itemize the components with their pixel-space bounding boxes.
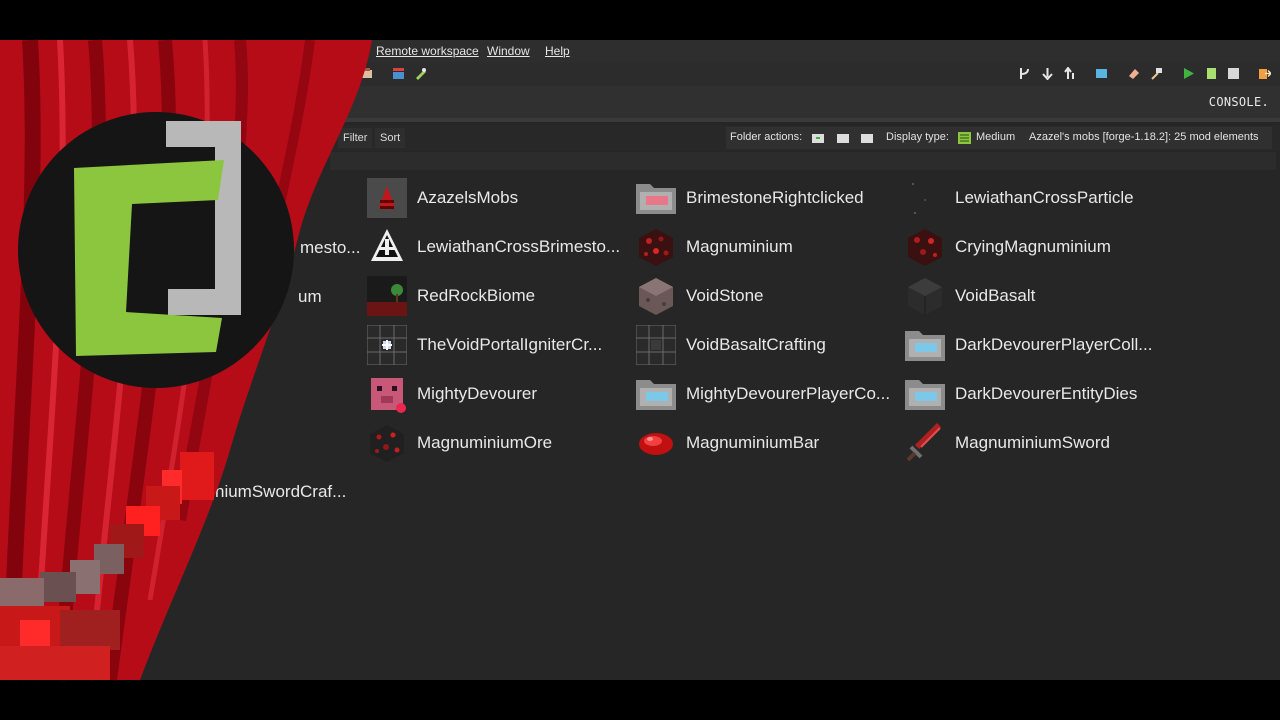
element-label: MightyDevourer [417, 384, 537, 403]
list-view-icon[interactable] [958, 132, 971, 144]
element-label: BrimestoneRightclicked [686, 188, 864, 207]
element-label: VoidStone [686, 286, 764, 305]
new-folder-icon[interactable] [812, 133, 824, 143]
folder-actions-bar: Folder actions: Display type: Medium Aza… [726, 127, 1272, 149]
element-label: TheVoidPortalIgniterCr... [417, 335, 603, 354]
element-label: MightyDevourerPlayerCo... [686, 384, 891, 403]
crafting-recipe-icon [367, 325, 407, 365]
mod-element-lewiathancrossparticle[interactable]: LewiathanCrossParticle [905, 178, 1165, 218]
console-bar: CONSOLE. [0, 86, 1280, 122]
element-search-strip[interactable] [330, 152, 1276, 170]
element-label: VoidBasalt [955, 286, 1036, 305]
display-type-value[interactable]: Medium [976, 131, 1015, 143]
ingot-icon [639, 433, 673, 455]
folder-actions-label: Folder actions: [730, 131, 803, 143]
sound-icon[interactable] [392, 67, 405, 80]
entity-pig-icon [371, 378, 406, 413]
menu-window[interactable]: Window [487, 44, 530, 58]
menu-remote-workspace[interactable]: Remote workspace [376, 44, 479, 58]
element-label: VoidBasaltCrafting [686, 335, 826, 354]
mod-element-voidbasalt[interactable]: VoidBasalt [905, 276, 1165, 316]
stop-icon[interactable] [1227, 67, 1240, 80]
mod-element-lewiathancrossbrimestone[interactable]: LewiathanCrossBrimesto... [367, 227, 637, 267]
mod-element-magnuminiumbar[interactable]: MagnuminiumBar [636, 423, 896, 463]
mod-element-darkdevourerentitydies[interactable]: DarkDevourerEntityDies [905, 374, 1165, 414]
rename-folder-icon[interactable] [837, 133, 849, 143]
element-label: RedRockBiome [417, 286, 536, 305]
element-label: MagnuminiumOre [417, 433, 553, 452]
mod-element-brimestonerightclicked[interactable]: BrimestoneRightclicked [636, 178, 896, 218]
element-label: MagnuminiumBar [686, 433, 820, 452]
toolbar [0, 62, 1280, 87]
hammer-icon[interactable] [1150, 67, 1163, 80]
procedure-blue-icon [905, 331, 945, 361]
element-label: MagnuminiumSword [955, 433, 1110, 452]
particle-icon [912, 183, 926, 214]
element-label: DarkDevourerEntityDies [955, 384, 1138, 403]
basalt-block-icon [908, 278, 942, 315]
settings-icon[interactable] [316, 67, 329, 80]
mod-element-mightydevourer[interactable]: MightyDevourer [367, 374, 627, 414]
git-branch-icon[interactable] [1018, 67, 1031, 80]
stone-block-icon [639, 278, 673, 315]
mcreator-workspace: Tools Remote workspace Window Help CONSO… [0, 40, 1280, 680]
mod-element-darkdevourerplayercollides[interactable]: DarkDevourerPlayerColl... [905, 325, 1165, 365]
lewiathan-cross-icon [371, 229, 403, 261]
mod-element-magnuminium[interactable]: Magnuminium [636, 227, 896, 267]
ore-block-icon [370, 425, 404, 462]
red-ore-block-icon [639, 229, 673, 266]
mod-element-voidstone[interactable]: VoidStone [636, 276, 896, 316]
run-server-icon[interactable] [1205, 67, 1218, 80]
partial-label-ium[interactable]: um [298, 287, 322, 307]
export-icon[interactable] [1258, 67, 1271, 80]
sword-icon [906, 423, 941, 462]
menu-bar: Tools Remote workspace Window Help [0, 40, 1280, 62]
workspace-info: Azazel's mobs [forge-1.18.2]: 25 mod ele… [1029, 131, 1259, 143]
element-label: LewiathanCrossParticle [955, 188, 1134, 207]
mod-element-thevoidportalignitercrafting[interactable]: TheVoidPortalIgniterCr... [367, 325, 627, 365]
element-label: AzazelsMobs [417, 188, 519, 207]
mod-element-azazelsmobs[interactable]: AzazelsMobs [367, 178, 627, 218]
pull-arrow-icon[interactable] [1041, 67, 1054, 80]
mod-element-voidbasaltcrafting[interactable]: VoidBasaltCrafting [636, 325, 896, 365]
crafting-grid-icon [636, 325, 676, 365]
procedure-icon [636, 184, 676, 214]
run-client-icon[interactable] [1182, 67, 1195, 80]
element-label: CryingMagnuminium [955, 237, 1111, 256]
delete-folder-icon[interactable] [861, 133, 873, 143]
mod-icon [367, 178, 407, 218]
console-tab[interactable]: CONSOLE. [1209, 95, 1269, 109]
menu-help[interactable]: Help [545, 44, 570, 58]
mod-element-cryingmagnuminium[interactable]: CryingMagnuminium [905, 227, 1165, 267]
mod-element-magnuminiumore[interactable]: MagnuminiumOre [367, 423, 627, 463]
filter-button[interactable]: Filter [338, 128, 373, 148]
pencil-icon[interactable] [414, 67, 427, 80]
element-label: LewiathanCrossBrimesto... [417, 237, 621, 256]
mod-element-mightydevourerplayercollides[interactable]: MightyDevourerPlayerCo... [636, 374, 896, 414]
partial-label-sword-craft[interactable]: niumSwordCraf... [215, 482, 346, 502]
partial-label-brimesto[interactable]: mesto... [300, 238, 360, 258]
procedure-blue-icon [905, 380, 945, 410]
element-label: DarkDevourerPlayerColl... [955, 335, 1153, 354]
display-type-label: Display type: [886, 131, 949, 143]
sort-button[interactable]: Sort [375, 128, 406, 148]
biome-icon [367, 276, 407, 316]
crying-block-icon [908, 229, 942, 266]
workspace-icon[interactable] [1095, 67, 1108, 80]
mod-element-magnuminiumsword[interactable]: MagnuminiumSword [905, 423, 1165, 463]
push-arrow-icon[interactable] [1064, 67, 1077, 80]
menu-tools[interactable]: Tools [333, 44, 361, 58]
mod-element-redrockbiome[interactable]: RedRockBiome [367, 276, 627, 316]
texture-icon[interactable] [338, 67, 351, 80]
eraser-icon[interactable] [1127, 67, 1140, 80]
bundle-icon[interactable] [360, 67, 373, 80]
filter-bar: Filter Sort Folder actions: Display type… [0, 125, 1280, 151]
procedure-blue-icon [636, 380, 676, 410]
element-label: Magnuminium [686, 237, 793, 256]
